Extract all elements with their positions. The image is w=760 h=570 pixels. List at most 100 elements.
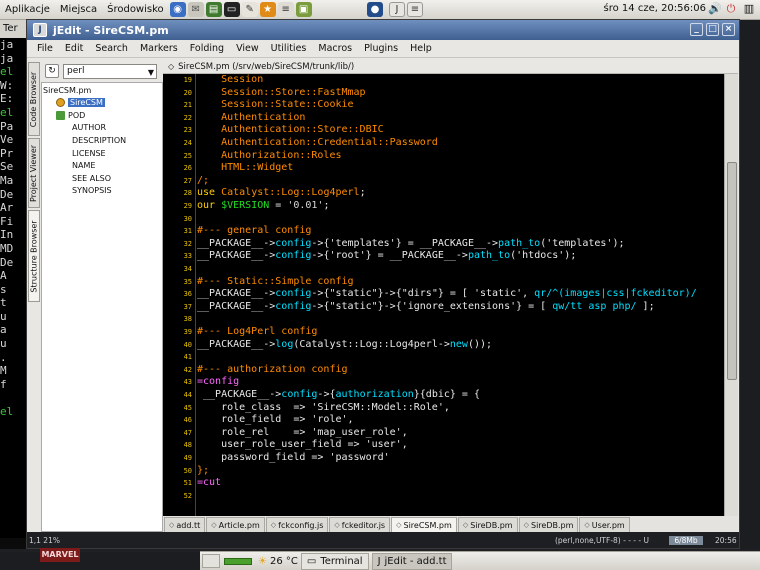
mode-select[interactable]: perl ▼: [63, 63, 157, 79]
code-line[interactable]: our $VERSION = '0.01';: [197, 200, 329, 213]
code-line[interactable]: __PACKAGE__->config->{'root'} = __PACKAG…: [197, 250, 576, 263]
menu-miejsca[interactable]: Miejsca: [55, 4, 102, 15]
code-view[interactable]: Session Session::Store::FastMmap Session…: [197, 74, 724, 516]
buffer-tab[interactable]: ◇ SireCSM.pm: [391, 517, 457, 532]
tree-node[interactable]: SireCSM.pm: [43, 84, 91, 96]
ooo-launcher-icon[interactable]: ≡: [277, 2, 294, 17]
system-monitor-icon[interactable]: [224, 557, 252, 565]
bookmark-launcher-icon[interactable]: ★: [259, 2, 276, 17]
code-line[interactable]: Authentication::Credential::Password: [197, 137, 438, 150]
code-line[interactable]: __PACKAGE__->config->{"static"}->{'ignor…: [197, 301, 655, 314]
code-line[interactable]: Authentication: [197, 112, 305, 125]
panel-clock[interactable]: śro 14 cze, 20:56:06: [604, 3, 706, 14]
parse-icon[interactable]: ↻: [45, 64, 59, 78]
code-line[interactable]: #--- Log4Perl config: [197, 326, 317, 339]
menu-plugins[interactable]: Plugins: [358, 43, 404, 54]
menu-search[interactable]: Search: [89, 43, 134, 54]
logout-icon[interactable]: ⏻: [724, 2, 738, 17]
title-bar[interactable]: J jEdit - SireCSM.pm _ □ ×: [27, 20, 739, 40]
code-line[interactable]: =config: [197, 376, 239, 389]
browser-launcher-icon[interactable]: ◉: [169, 2, 186, 17]
tab-code-browser[interactable]: Code Browser: [28, 62, 40, 136]
tree-node[interactable]: POD: [56, 109, 85, 121]
menu-utilities[interactable]: Utilities: [265, 43, 313, 54]
photo-launcher-icon[interactable]: ▣: [295, 2, 312, 17]
minimize-icon[interactable]: _: [690, 23, 703, 36]
tree-node[interactable]: SYNOPSIS: [72, 185, 112, 197]
tab-structure-browser[interactable]: Structure Browser: [28, 210, 40, 302]
tree-node[interactable]: SEE ALSO: [72, 172, 111, 184]
code-line[interactable]: Session::State::Cookie: [197, 99, 353, 112]
caret-position[interactable]: 1,1 21%: [29, 536, 60, 545]
menu-srodowisko[interactable]: Środowisko: [102, 4, 169, 15]
menu-view[interactable]: View: [230, 43, 265, 54]
code-line[interactable]: #--- Static::Simple config: [197, 276, 354, 289]
code-line[interactable]: =cut: [197, 477, 221, 490]
buffer-tab[interactable]: ◇ SireDB.pm: [457, 517, 518, 532]
menu-folding[interactable]: Folding: [184, 43, 230, 54]
show-desktop-icon[interactable]: [202, 554, 220, 568]
maximize-icon[interactable]: □: [706, 23, 719, 36]
code-line[interactable]: #--- authorization config: [197, 364, 348, 377]
code-line[interactable]: password_field => 'password': [197, 452, 390, 465]
menu-help[interactable]: Help: [404, 43, 438, 54]
tree-node[interactable]: NAME: [72, 160, 95, 172]
buffer-tab[interactable]: ◇ SireDB.pm: [518, 517, 579, 532]
tree-node[interactable]: SireCSM: [56, 97, 105, 109]
code-token: qr/^(images|css|fckeditor)/: [534, 288, 697, 300]
code-line[interactable]: Authentication::Store::DBIC: [197, 124, 384, 137]
buffer-tab[interactable]: ◇ Article.pm: [206, 517, 265, 532]
code-token: __PACKAGE__->: [197, 237, 276, 249]
trash-icon[interactable]: ▥: [742, 2, 756, 17]
code-line[interactable]: /;: [197, 175, 209, 188]
volume-icon[interactable]: 🔊: [708, 2, 722, 17]
code-line[interactable]: Session::Store::FastMmap: [197, 87, 366, 100]
vertical-scrollbar[interactable]: [724, 74, 738, 516]
tree-node[interactable]: LICENSE: [72, 147, 106, 159]
close-icon[interactable]: ×: [722, 23, 735, 36]
notes-tray-icon[interactable]: ≡: [407, 2, 423, 17]
code-line[interactable]: role_rel => 'map_user_role',: [197, 427, 408, 440]
menu-macros[interactable]: Macros: [312, 43, 358, 54]
mail-launcher-icon[interactable]: ✉: [187, 2, 204, 17]
text-editor-launcher-icon[interactable]: ✎: [241, 2, 258, 17]
code-line[interactable]: role_class => 'SireCSM::Model::Role',: [197, 402, 450, 415]
code-line[interactable]: use Catalyst::Log::Log4perl;: [197, 187, 366, 200]
code-line[interactable]: __PACKAGE__->config->{authorization}{dbi…: [197, 389, 480, 402]
buffer-tab[interactable]: ◇ fckeditor.js: [329, 517, 391, 532]
network-monitor-icon[interactable]: ●: [367, 2, 383, 17]
memory-status[interactable]: 6/8Mb: [669, 535, 703, 545]
buffer-mode-status[interactable]: (perl,none,UTF-8) - - - - U: [555, 536, 649, 545]
buffer-tab[interactable]: ◇ User.pm: [579, 517, 630, 532]
tree-node[interactable]: DESCRIPTION: [72, 134, 126, 146]
code-line[interactable]: __PACKAGE__->log(Catalyst::Log::Log4perl…: [197, 339, 492, 352]
jedit-tray-icon[interactable]: J: [389, 2, 405, 17]
code-line[interactable]: role_field => 'role',: [197, 414, 353, 427]
buffer-tab[interactable]: ◇ add.tt: [164, 517, 206, 532]
code-line[interactable]: Authorization::Roles: [197, 150, 341, 163]
menu-aplikacje[interactable]: Aplikacje: [0, 4, 55, 15]
text-area[interactable]: 19 20 21 22 23 24 25 26 27 28 29 30 31 32 33 34 35 36 37 38…: [163, 74, 724, 516]
scrollbar-thumb[interactable]: [727, 162, 737, 380]
code-line[interactable]: __PACKAGE__->config->{'templates'} = __P…: [197, 238, 625, 251]
code-token: __PACKAGE__->: [197, 288, 276, 300]
taskbar-terminal[interactable]: ▭ Terminal: [300, 552, 369, 570]
tree-node[interactable]: AUTHOR: [72, 122, 106, 134]
code-line[interactable]: };: [197, 465, 209, 478]
terminal-launcher-icon[interactable]: ▭: [223, 2, 240, 17]
buffer-switcher[interactable]: ◇ SireCSM.pm (/srv/web/SireCSM/trunk/lib…: [163, 60, 738, 74]
menu-file[interactable]: File: [31, 43, 59, 54]
code-line[interactable]: HTML::Widget: [197, 162, 293, 175]
file-manager-launcher-icon[interactable]: ▤: [205, 2, 222, 17]
code-line[interactable]: Session: [197, 74, 263, 87]
jedit-app-icon[interactable]: J: [33, 23, 47, 37]
weather-temperature[interactable]: 26 °C: [270, 556, 298, 567]
taskbar-jedit[interactable]: J jEdit - add.tt: [371, 552, 453, 570]
code-line[interactable]: __PACKAGE__->config->{"static"}->{"dirs"…: [197, 288, 697, 301]
buffer-tab[interactable]: ◇ fckconfig.js: [265, 517, 329, 532]
tab-project-viewer[interactable]: Project Viewer: [28, 138, 40, 208]
menu-markers[interactable]: Markers: [134, 43, 184, 54]
code-line[interactable]: user_role_user_field => 'user',: [197, 439, 408, 452]
code-line[interactable]: #--- general config: [197, 225, 311, 238]
menu-edit[interactable]: Edit: [59, 43, 89, 54]
